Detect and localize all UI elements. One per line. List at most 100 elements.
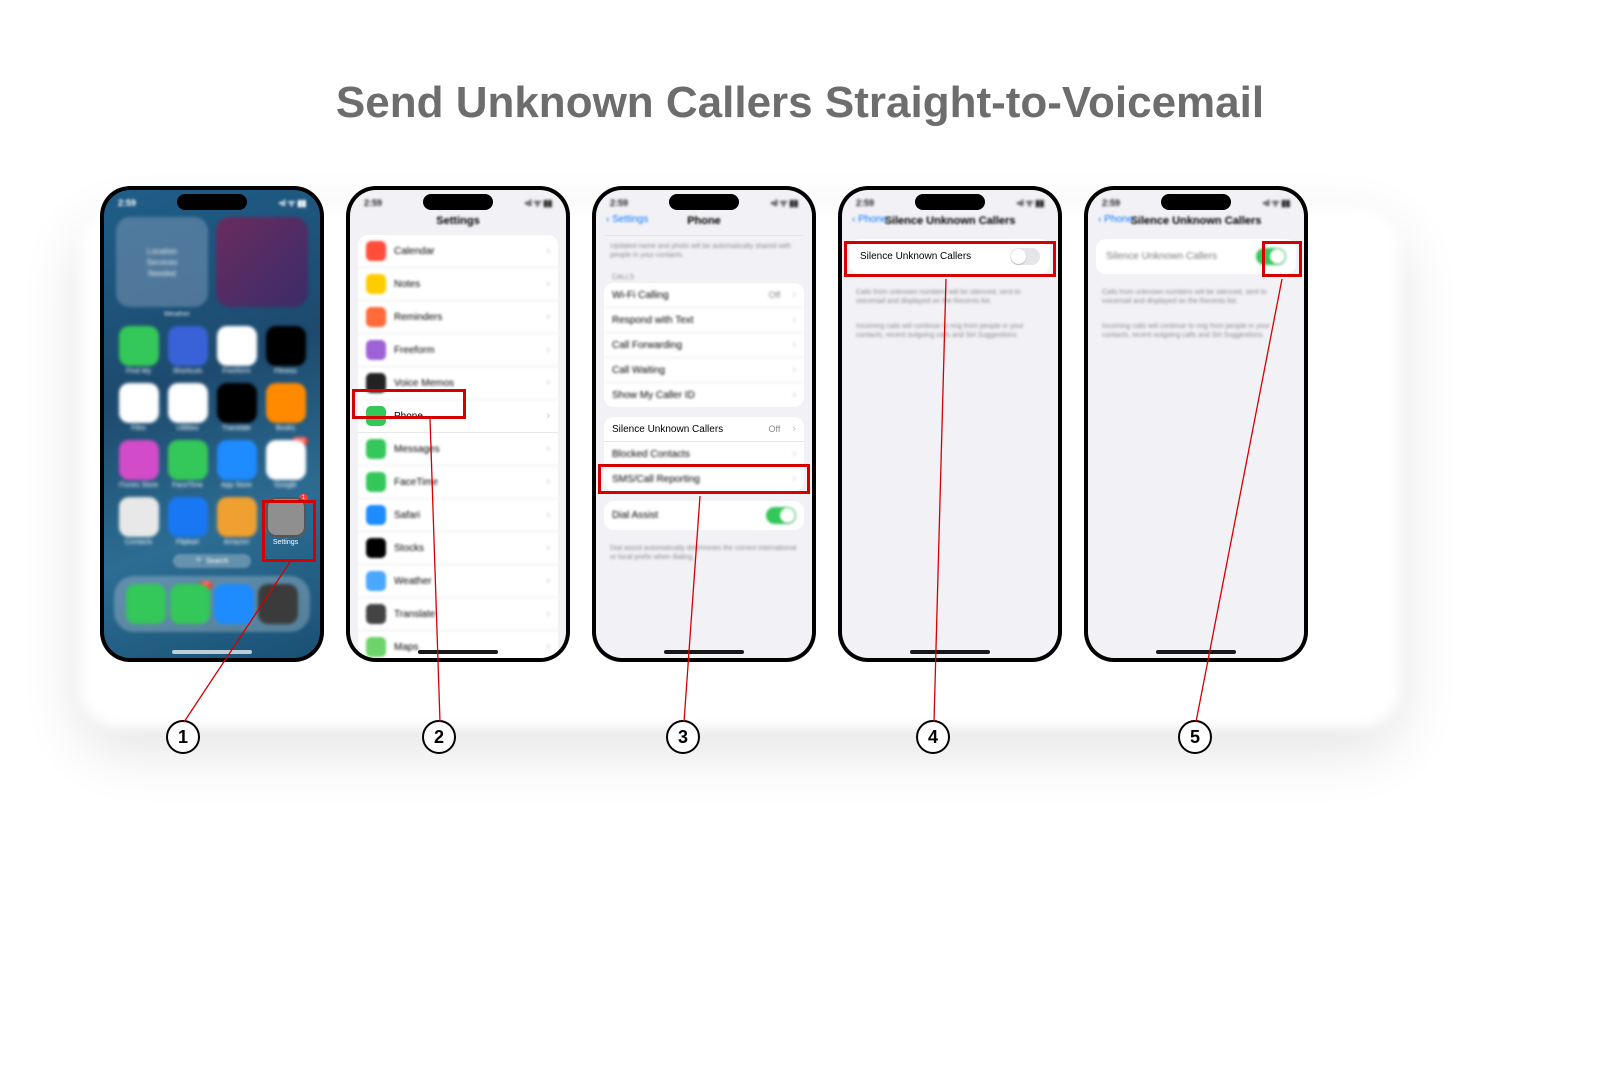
spotlight-search[interactable]: 🔍 Search xyxy=(173,554,251,568)
chevron-icon: › xyxy=(546,476,550,488)
row-label: FaceTime xyxy=(394,477,538,488)
home-indicator[interactable] xyxy=(910,650,990,654)
chevron-icon: › xyxy=(792,339,796,351)
settings-row-calendar[interactable]: Calendar› xyxy=(358,235,558,268)
settings-row-freeform[interactable]: Freeform› xyxy=(358,334,558,367)
app-google[interactable]: 219Google xyxy=(265,440,306,489)
settings-row-phone[interactable]: Phone› xyxy=(358,400,558,433)
row-label: Calendar xyxy=(394,246,538,257)
row-blocked-contacts[interactable]: Blocked Contacts› xyxy=(604,442,804,467)
app-files[interactable]: Files xyxy=(118,383,159,432)
app-fitness[interactable]: Fitness xyxy=(265,326,306,375)
app-translate[interactable]: Translate xyxy=(216,383,257,432)
photos-widget[interactable] xyxy=(216,217,308,307)
back-button[interactable]: ‹ Phone xyxy=(852,214,887,225)
app-settings[interactable]: 1Settings xyxy=(265,497,306,546)
widget-label: Weather xyxy=(104,311,250,318)
chevron-icon: › xyxy=(546,377,550,389)
chevron-icon: › xyxy=(546,641,550,653)
page-title: Send Unknown Callers Straight-to-Voicema… xyxy=(0,78,1600,128)
clock: 2:59 xyxy=(1102,198,1120,208)
row-call-waiting[interactable]: Call Waiting› xyxy=(604,358,804,383)
tutorial-stage: 2:59 •ıl ᯤ ▮▮ Location Services Needed W… xyxy=(0,186,1600,1006)
row-label: Stocks xyxy=(394,543,538,554)
settings-row-facetime[interactable]: FaceTime › xyxy=(358,466,558,499)
home-indicator[interactable] xyxy=(418,650,498,654)
app-flipkart[interactable]: Flipkart xyxy=(167,497,208,546)
settings-row-weather[interactable]: Weather› xyxy=(358,565,558,598)
home-indicator[interactable] xyxy=(172,650,252,654)
chevron-icon: › xyxy=(792,448,796,460)
app-facetime[interactable]: FaceTime xyxy=(167,440,208,489)
settings-row-stocks[interactable]: Stocks › xyxy=(358,532,558,565)
app-label: Contacts xyxy=(118,539,159,546)
app-itunes-store[interactable]: iTunes Store xyxy=(118,440,159,489)
settings-row-notes[interactable]: Notes› xyxy=(358,268,558,301)
row-icon xyxy=(366,604,386,624)
row-icon xyxy=(366,538,386,558)
app-utilities[interactable]: Utilities xyxy=(167,383,208,432)
phone-step-1: 2:59 •ıl ᯤ ▮▮ Location Services Needed W… xyxy=(100,186,324,662)
chevron-icon: › xyxy=(792,364,796,376)
dial-assist-toggle[interactable] xyxy=(766,507,796,524)
chevron-icon: › xyxy=(546,542,550,554)
row-respond-with-text[interactable]: Respond with Text› xyxy=(604,308,804,333)
row-call-forwarding[interactable]: Call Forwarding› xyxy=(604,333,804,358)
nav-title: ‹ Phone Silence Unknown Callers xyxy=(1088,211,1304,235)
chevron-icon: › xyxy=(546,311,550,323)
settings-row-translate[interactable]: Translate› xyxy=(358,598,558,631)
home-indicator[interactable] xyxy=(1156,650,1236,654)
row-show-my-caller-id[interactable]: Show My Caller ID› xyxy=(604,383,804,407)
step-badge-5: 5 xyxy=(1178,720,1212,754)
app-label: Files xyxy=(118,425,159,432)
row-icon xyxy=(366,307,386,327)
app-label: Google xyxy=(265,482,306,489)
app-books[interactable]: Books xyxy=(265,383,306,432)
app-shortcuts[interactable]: Shortcuts xyxy=(167,326,208,375)
app-contacts[interactable]: Contacts xyxy=(118,497,159,546)
row-label: Weather xyxy=(394,576,538,587)
clock: 2:59 xyxy=(856,198,874,208)
row-dial-assist[interactable]: Dial Assist xyxy=(604,501,804,530)
phone-step-5: 2:59 •ıl ᯤ ▮▮ ‹ Phone Silence Unknown Ca… xyxy=(1084,186,1308,662)
row-silence-toggle[interactable]: Silence Unknown Callers xyxy=(850,239,1050,274)
row-sms-call-reporting[interactable]: SMS/Call Reporting› xyxy=(604,467,804,491)
back-button[interactable]: ‹ Phone xyxy=(1098,214,1133,225)
silence-toggle-off[interactable] xyxy=(1010,248,1040,265)
app-label: iTunes Store xyxy=(118,482,159,489)
app-label: Fitness xyxy=(265,368,306,375)
contacts-desc: Updated name and photo will be automatic… xyxy=(596,238,812,268)
dock-app[interactable]: 17 xyxy=(170,584,210,624)
row-silence-unknown[interactable]: Silence Unknown Callers Off › xyxy=(604,417,804,442)
settings-row-messages[interactable]: Messages› xyxy=(358,433,558,466)
silence-list: Silence Unknown Callers Off › Blocked Co… xyxy=(604,417,804,491)
settings-row-voice-memos[interactable]: Voice Memos› xyxy=(358,367,558,400)
calls-list: Wi-Fi CallingOff›Respond with Text›Call … xyxy=(604,283,804,407)
app-amazon[interactable]: Amazon xyxy=(216,497,257,546)
location-widget[interactable]: Location Services Needed xyxy=(116,217,208,307)
app-freeform[interactable]: Freeform xyxy=(216,326,257,375)
dock-app[interactable] xyxy=(126,584,166,624)
dock-app[interactable] xyxy=(214,584,254,624)
notch xyxy=(423,194,493,210)
status-icons: •ıl ᯤ ▮▮ xyxy=(279,196,306,209)
section-calls: CALLS xyxy=(596,268,812,283)
app-app-store[interactable]: App Store xyxy=(216,440,257,489)
home-indicator[interactable] xyxy=(664,650,744,654)
back-button[interactable]: ‹ Settings xyxy=(606,214,648,225)
row-wi-fi-calling[interactable]: Wi-Fi CallingOff› xyxy=(604,283,804,308)
dial-assist-list: Dial Assist xyxy=(604,501,804,530)
app-grid: Find MyShortcutsFreeform Fitness Files Util… xyxy=(104,322,320,550)
chevron-icon: › xyxy=(792,289,796,301)
app-label: FaceTime xyxy=(167,482,208,489)
dock-app[interactable] xyxy=(258,584,298,624)
nav-title: ‹ Phone Silence Unknown Callers xyxy=(842,211,1058,235)
settings-row-safari[interactable]: Safari› xyxy=(358,499,558,532)
silence-toggle-on[interactable] xyxy=(1256,248,1286,265)
settings-row-reminders[interactable]: Reminders› xyxy=(358,301,558,334)
app-find-my[interactable]: Find My xyxy=(118,326,159,375)
notch xyxy=(669,194,739,210)
silence-desc-2: Incoming calls will continue to ring fro… xyxy=(842,318,1058,348)
row-silence-toggle[interactable]: Silence Unknown Callers xyxy=(1096,239,1296,274)
phone-step-2: 2:59 •ıl ᯤ ▮▮ Settings Calendar›Notes›Re… xyxy=(346,186,570,662)
